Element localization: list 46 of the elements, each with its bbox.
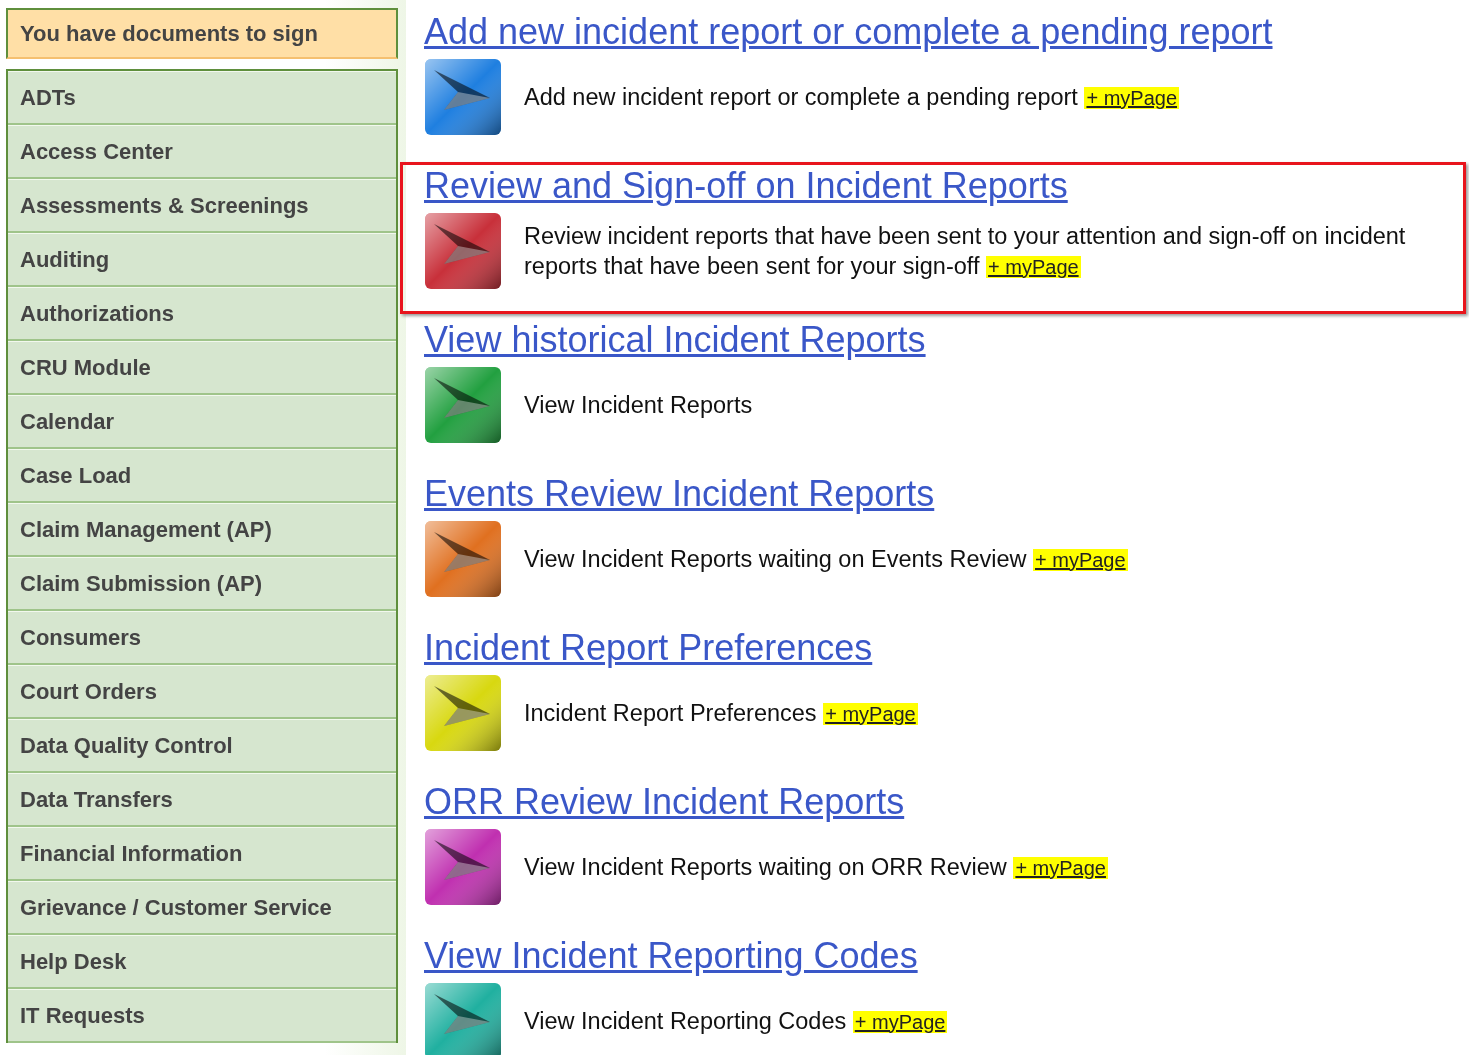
sidebar-item[interactable]: Grievance / Customer Service	[8, 881, 396, 935]
sidebar-item[interactable]: Authorizations	[8, 287, 396, 341]
sidebar-item[interactable]: Case Load	[8, 449, 396, 503]
add-to-mypage-link[interactable]: + myPage	[1013, 856, 1108, 879]
sidebar-item[interactable]: Consumers	[8, 611, 396, 665]
section-description: View Incident Reports waiting on ORR Review + myPage	[524, 852, 1109, 882]
section-title-link[interactable]: Incident Report Preferences	[424, 628, 873, 668]
arrow-tile-icon[interactable]	[424, 674, 502, 752]
section-title-link[interactable]: View Incident Reporting Codes	[424, 936, 918, 976]
arrow-tile-icon[interactable]	[424, 828, 502, 906]
arrow-tile-icon[interactable]	[424, 366, 502, 444]
section-description: Incident Report Preferences + myPage	[524, 698, 919, 728]
add-to-mypage-link[interactable]: + myPage	[852, 1010, 948, 1033]
section-title-link[interactable]: View historical Incident Reports	[424, 320, 926, 360]
sidebar-item[interactable]: ADTs	[8, 71, 396, 125]
section-description: Review incident reports that have been sent to your attention and sign-off on incident reports that have been sent for your sign-off + myPage	[524, 221, 1407, 281]
sidebar-item[interactable]: Financial Information	[8, 827, 396, 881]
sidebar-item[interactable]: Assessments & Screenings	[8, 179, 396, 233]
section-title-link[interactable]: Add new incident report or complete a pending report	[424, 12, 1273, 52]
sidebar-item[interactable]: Auditing	[8, 233, 396, 287]
section-description: View Incident Reporting Codes + myPage	[524, 1006, 949, 1036]
section-description: View Incident Reports	[524, 391, 754, 420]
sidebar-item[interactable]: Calendar	[8, 395, 396, 449]
sidebar-item[interactable]: Data Transfers	[8, 773, 396, 827]
arrow-tile-icon[interactable]	[424, 982, 502, 1055]
sidebar-item[interactable]: Claim Submission (AP)	[8, 557, 396, 611]
sidebar-item[interactable]: Claim Management (AP)	[8, 503, 396, 557]
notice-banner[interactable]: You have documents to sign	[6, 8, 398, 59]
section-title-link[interactable]: Review and Sign-off on Incident Reports	[424, 166, 1068, 206]
sidebar-item[interactable]: Help Desk	[8, 935, 396, 989]
sidebar-item[interactable]: Data Quality Control	[8, 719, 396, 773]
section-description: View Incident Reports waiting on Events Review + myPage	[524, 544, 1129, 574]
sidebar-item[interactable]: IT Requests	[8, 989, 396, 1043]
sidebar-item[interactable]: Access Center	[8, 125, 396, 179]
add-to-mypage-link[interactable]: + myPage	[986, 255, 1081, 278]
arrow-tile-icon[interactable]	[424, 212, 502, 290]
section-title-link[interactable]: Events Review Incident Reports	[424, 474, 935, 514]
add-to-mypage-link[interactable]: + myPage	[1084, 86, 1180, 109]
sidebar-item[interactable]: CRU Module	[8, 341, 396, 395]
sidebar-item[interactable]: Court Orders	[8, 665, 396, 719]
section-description: Add new incident report or complete a pending report + myPage	[524, 82, 1181, 112]
arrow-tile-icon[interactable]	[424, 520, 502, 598]
section-title-link[interactable]: ORR Review Incident Reports	[424, 782, 905, 822]
add-to-mypage-link[interactable]: + myPage	[1033, 548, 1128, 571]
add-to-mypage-link[interactable]: + myPage	[823, 702, 918, 725]
arrow-tile-icon[interactable]	[424, 58, 502, 136]
